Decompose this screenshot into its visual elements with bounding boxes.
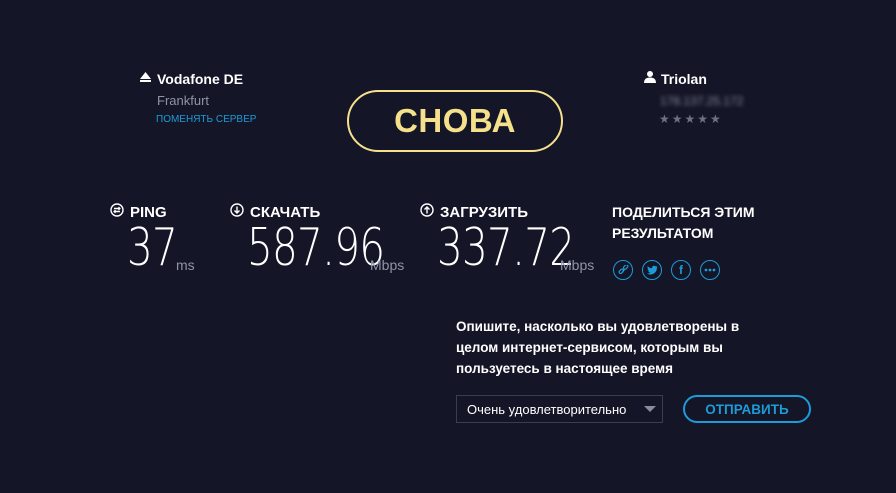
ping-unit: ms bbox=[176, 257, 195, 273]
ip-address: 178.137.25.172 bbox=[660, 94, 744, 108]
upload-value: 337.72 bbox=[437, 218, 575, 278]
satisfaction-select[interactable]: Очень удовлетворительно bbox=[456, 395, 663, 423]
twitter-icon[interactable] bbox=[642, 260, 662, 280]
download-value: 587.96 bbox=[247, 218, 385, 278]
chevron-down-icon bbox=[644, 406, 656, 412]
again-button[interactable]: СНОВА bbox=[347, 90, 563, 152]
server-info: Vodafone DE Frankfurt ПОМЕНЯТЬ СЕРВЕР bbox=[139, 70, 256, 125]
user-icon bbox=[644, 70, 656, 88]
isp-info: Triolan 178.137.25.172 ★★★★★ bbox=[644, 70, 743, 126]
change-server-link[interactable]: ПОМЕНЯТЬ СЕРВЕР bbox=[156, 114, 256, 125]
server-icon bbox=[139, 70, 152, 88]
share-title: ПОДЕЛИТЬСЯ ЭТИМ РЕЗУЛЬТАТОМ bbox=[612, 202, 755, 244]
link-icon[interactable] bbox=[613, 260, 633, 280]
isp-name: Triolan bbox=[661, 71, 707, 87]
survey-line3: пользуетесь в настоящее время bbox=[456, 361, 673, 376]
share-title-line1: ПОДЕЛИТЬСЯ ЭТИМ bbox=[612, 204, 755, 220]
upload-unit: Mbps bbox=[560, 257, 595, 273]
facebook-icon[interactable]: f bbox=[671, 260, 691, 280]
submit-button[interactable]: ОТПРАВИТЬ bbox=[683, 395, 811, 423]
satisfaction-select-value: Очень удовлетворительно bbox=[467, 401, 627, 417]
server-location: Frankfurt bbox=[157, 93, 210, 108]
ping-icon bbox=[110, 203, 124, 221]
server-name: Vodafone DE bbox=[157, 71, 244, 87]
share-title-line2: РЕЗУЛЬТАТОМ bbox=[612, 225, 714, 241]
survey-question: Опишите, насколько вы удовлетворены в це… bbox=[456, 316, 739, 379]
survey-line2: целом интернет-сервисом, которым вы bbox=[456, 340, 723, 355]
more-icon[interactable] bbox=[700, 260, 720, 280]
upload-icon bbox=[420, 203, 434, 221]
rating-stars[interactable]: ★★★★★ bbox=[659, 112, 743, 126]
ping-value: 37 bbox=[127, 218, 178, 278]
survey-line1: Опишите, насколько вы удовлетворены в bbox=[456, 319, 740, 334]
download-unit: Mbps bbox=[370, 257, 405, 273]
download-icon bbox=[230, 203, 244, 221]
